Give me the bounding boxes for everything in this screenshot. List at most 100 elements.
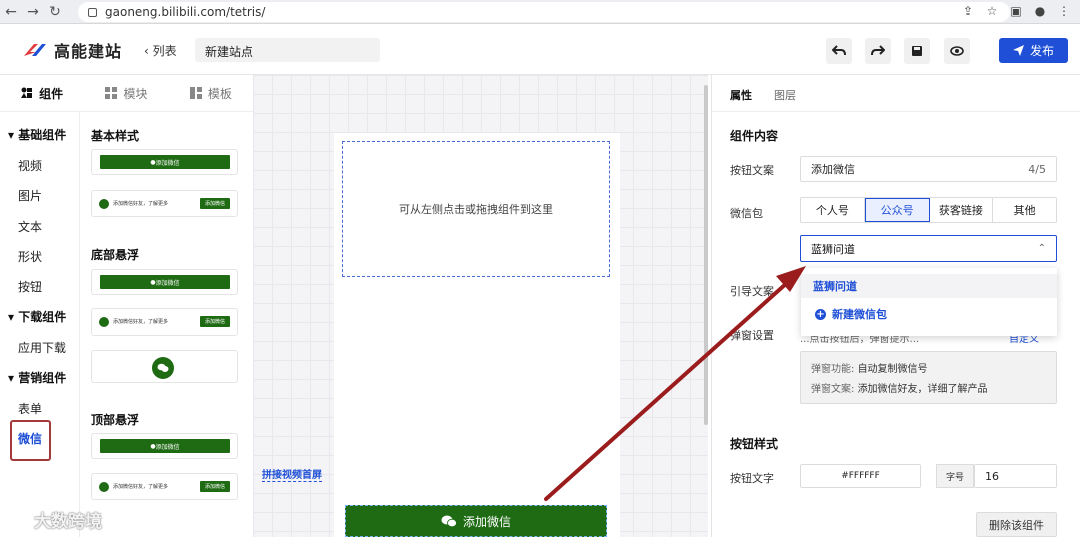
site-name-input[interactable]: 新建站点 <box>195 38 380 62</box>
widget-bottom-row[interactable]: 添加微信好友，了解更多 添加微信 <box>91 308 238 336</box>
sidebar-icon[interactable]: ▣ <box>1008 3 1024 19</box>
wechat-icon <box>99 316 109 327</box>
category-item-image[interactable]: 图片 <box>18 187 42 204</box>
app-header: 高能建站 ‹ 列表 新建站点 发布 <box>0 24 1080 75</box>
tab-templates[interactable]: 模板 <box>169 75 253 111</box>
wechat-icon <box>441 515 457 527</box>
star-icon[interactable]: ☆ <box>984 3 1000 19</box>
delete-component-button[interactable]: 删除该组件 <box>976 512 1057 537</box>
canvas-add-wechat-button[interactable]: 添加微信 <box>345 505 607 537</box>
guide-text-label: 引导文案 <box>730 285 774 298</box>
button-text-label: 按钮文案 <box>730 164 774 177</box>
section-top-float: 顶部悬浮 <box>91 413 140 427</box>
components-icon <box>21 87 33 98</box>
url-text: gaoneng.bilibili.com/tetris/ <box>105 5 266 19</box>
chevron-left-icon: ‹ <box>144 44 149 58</box>
publish-label: 发布 <box>1029 44 1054 58</box>
tab-properties[interactable]: 属性 <box>730 87 752 103</box>
category-item-shape[interactable]: 形状 <box>18 248 42 265</box>
address-bar[interactable]: gaoneng.bilibili.com/tetris/ <box>78 2 1010 22</box>
eye-icon <box>950 46 964 56</box>
share-icon[interactable]: ⇪ <box>960 3 976 19</box>
plus-icon: + <box>815 308 826 320</box>
font-size-label: 字号 <box>936 464 974 488</box>
wechat-package-select[interactable]: 蓝狮问道 ⌃ <box>800 235 1057 262</box>
font-color-input[interactable]: #FFFFFF <box>800 464 921 488</box>
video-first-screen-link[interactable]: 拼接视频首屏 <box>262 466 322 482</box>
tab-modules[interactable]: 模块 <box>84 75 168 111</box>
component-categories: ▾ 基础组件 视频 图片 文本 形状 按钮 ▾ 下载组件 应用下载 ▾ 营销组件… <box>0 112 80 537</box>
category-group-download[interactable]: ▾ 下载组件 <box>8 308 66 325</box>
tab-templates-label: 模板 <box>207 86 232 101</box>
wechat-icon <box>99 198 109 209</box>
publish-button[interactable]: 发布 <box>999 38 1068 63</box>
editor-canvas[interactable]: 可从左侧点击或拖拽组件到这里 拼接视频首屏 添加微信 <box>253 75 708 537</box>
category-item-form[interactable]: 表单 <box>18 400 42 417</box>
menu-icon[interactable]: ⋮ <box>1056 3 1072 19</box>
category-item-button[interactable]: 按钮 <box>18 278 42 295</box>
category-group-basic[interactable]: ▾ 基础组件 <box>8 126 66 143</box>
lock-icon <box>88 7 97 17</box>
widget-list: 基本样式 ● 添加微信 添加微信好友，了解更多 添加微信 底部悬浮 ● 添加微信… <box>80 112 253 537</box>
redo-button[interactable] <box>865 38 891 64</box>
popup-setting-label: 弹窗设置 <box>730 329 774 342</box>
category-group-marketing[interactable]: ▾ 营销组件 <box>8 369 66 386</box>
back-to-list-button[interactable]: ‹ 列表 <box>144 42 177 59</box>
wechat-type-official[interactable]: 公众号 <box>864 198 930 222</box>
wechat-type-other[interactable]: 其他 <box>993 198 1056 222</box>
canvas-scrollbar[interactable] <box>704 85 708 425</box>
section-button-style: 按钮样式 <box>730 437 779 451</box>
wechat-type-acquisition-link[interactable]: 获客链接 <box>930 198 994 222</box>
preview-button[interactable] <box>944 38 970 64</box>
widget-row-text: 添加微信好友，了解更多 <box>113 201 169 207</box>
forward-arrow-icon[interactable]: → <box>22 4 44 20</box>
widget-bar-button: ● 添加微信 <box>100 155 230 169</box>
wechat-round-icon <box>152 357 174 379</box>
send-icon <box>1012 45 1024 56</box>
widget-bottom-round[interactable] <box>91 350 238 383</box>
category-item-app-download[interactable]: 应用下载 <box>18 339 66 356</box>
tab-components[interactable]: 组件 <box>0 75 84 111</box>
select-value: 蓝狮问道 <box>811 242 855 256</box>
phone-preview[interactable]: 可从左侧点击或拖拽组件到这里 <box>334 133 620 537</box>
popup-info-box: 弹窗功能: 自动复制微信号 弹窗文案: 添加微信好友，详细了解产品 <box>800 351 1057 404</box>
section-basic-style: 基本样式 <box>91 129 140 143</box>
font-size-input[interactable]: 16 <box>974 464 1057 488</box>
undo-button[interactable] <box>826 38 852 64</box>
watermark: 大数跨境 <box>8 507 102 532</box>
dropdown-option-new-package[interactable]: + 新建微信包 <box>815 306 887 322</box>
brand-name: 高能建站 <box>54 42 123 61</box>
widget-basic-row[interactable]: 添加微信好友，了解更多 添加微信 <box>91 190 238 217</box>
category-item-text[interactable]: 文本 <box>18 218 42 235</box>
back-arrow-icon[interactable]: ← <box>0 4 22 20</box>
brand-logo-icon <box>24 44 46 56</box>
category-item-video[interactable]: 视频 <box>18 157 42 174</box>
watermark-logo-icon <box>8 511 27 526</box>
widget-bottom-bar[interactable]: ● 添加微信 <box>91 269 238 295</box>
properties-panel: 属性 图层 组件内容 按钮文案 添加微信 4/5 微信包 个人号 公众号 获客链… <box>711 75 1080 537</box>
profile-icon[interactable]: ● <box>1032 3 1048 19</box>
button-text-input[interactable]: 添加微信 4/5 <box>800 156 1057 182</box>
tab-modules-label: 模块 <box>123 86 148 101</box>
tab-layers[interactable]: 图层 <box>774 87 796 103</box>
left-panel-tabs: 组件 模块 模板 <box>0 75 253 112</box>
widget-top-row[interactable]: 添加微信好友，了解更多 添加微信 <box>91 473 238 500</box>
browser-toolbar: ← → ↻ gaoneng.bilibili.com/tetris/ ⇪ ☆ ▣… <box>0 0 1080 24</box>
button-text-value: 添加微信 <box>811 163 855 176</box>
drop-zone[interactable]: 可从左侧点击或拖拽组件到这里 <box>342 141 610 277</box>
save-icon <box>912 46 922 56</box>
widget-top-bar[interactable]: ● 添加微信 <box>91 433 238 459</box>
templates-icon <box>189 87 202 99</box>
dropdown-option-lanshi[interactable]: 蓝狮问道 <box>801 274 1057 298</box>
wechat-icon <box>99 481 109 492</box>
save-button[interactable] <box>904 38 930 64</box>
wechat-package-label: 微信包 <box>730 207 763 220</box>
wechat-type-personal[interactable]: 个人号 <box>801 198 865 222</box>
reload-icon[interactable]: ↻ <box>44 4 66 20</box>
widget-basic-bar[interactable]: ● 添加微信 <box>91 149 238 175</box>
canvas-add-wechat-label: 添加微信 <box>462 514 511 529</box>
brand-logo[interactable]: 高能建站 <box>22 38 122 62</box>
popup-text-key: 弹窗文案: <box>811 384 855 395</box>
modules-icon <box>105 87 118 99</box>
tab-components-label: 组件 <box>39 86 64 101</box>
